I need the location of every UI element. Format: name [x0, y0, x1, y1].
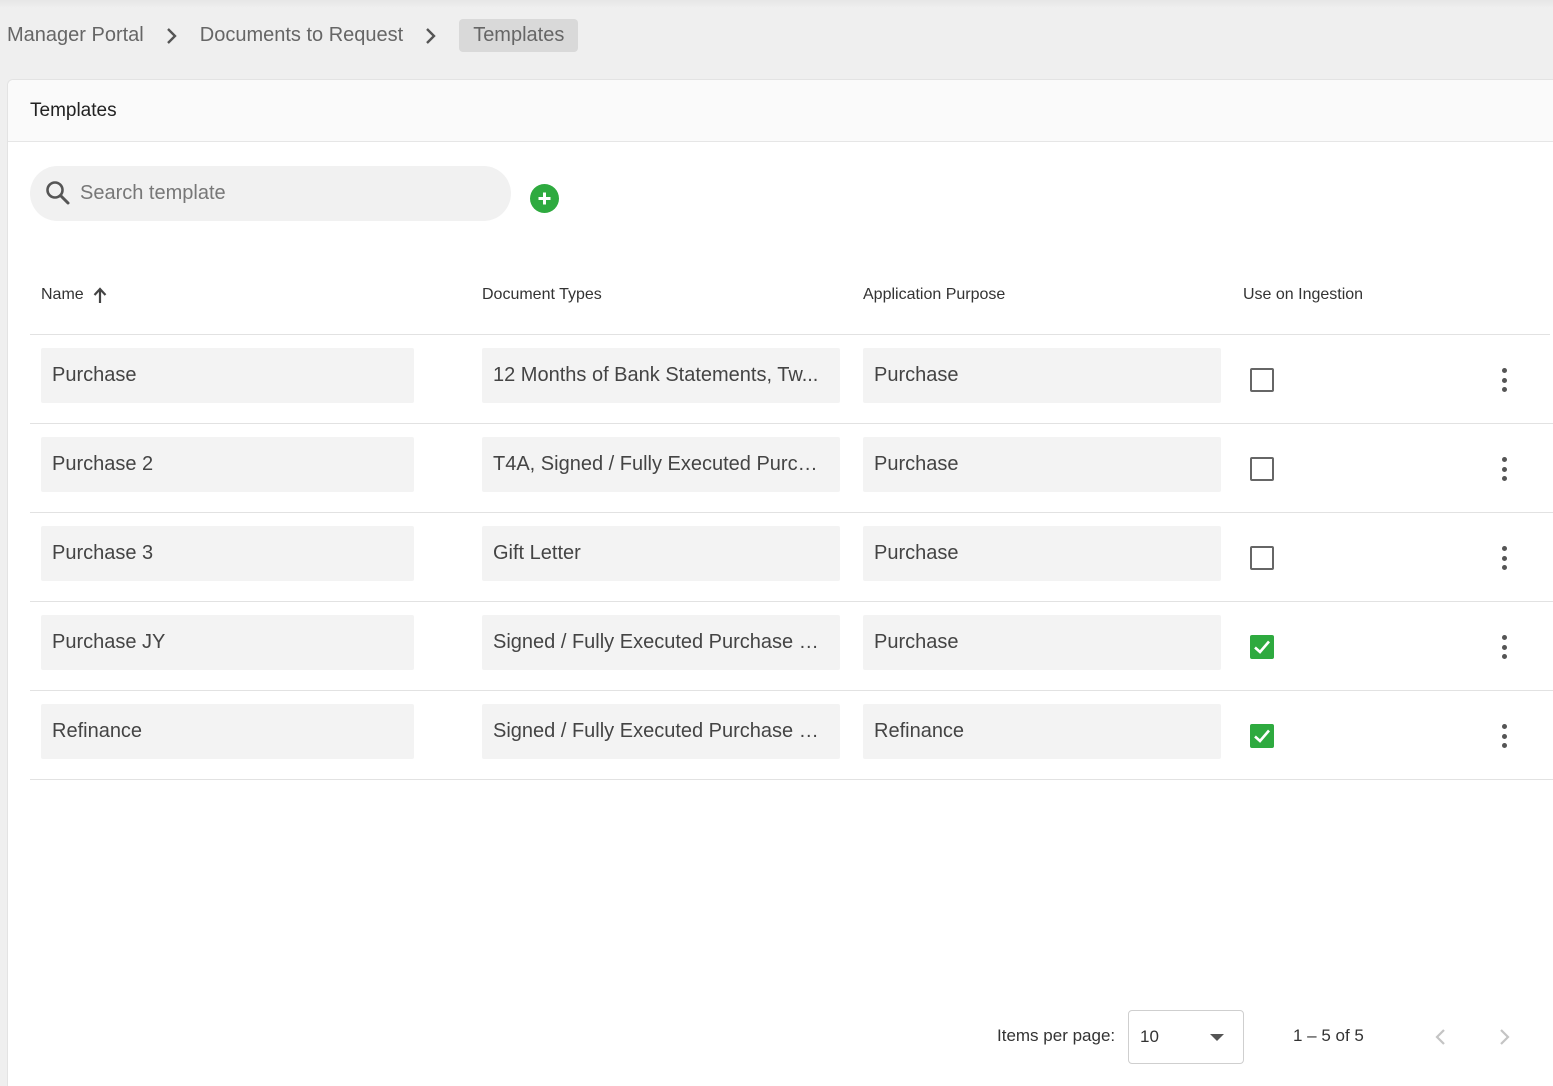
application-purpose-cell[interactable]: Purchase — [863, 615, 1221, 670]
column-header-name-label: Name — [41, 286, 84, 303]
search-icon — [45, 180, 71, 206]
document-types-value: Signed / Fully Executed Purchase O... — [493, 720, 828, 742]
document-types-cell[interactable]: Signed / Fully Executed Purchase O... — [482, 704, 840, 759]
name-value: Purchase 2 — [52, 453, 154, 475]
document-types-cell[interactable]: Gift Letter — [482, 526, 840, 581]
name-cell[interactable]: Purchase 3 — [41, 526, 414, 581]
panel-header: Templates — [8, 80, 1553, 142]
breadcrumb-manager-portal[interactable]: Manager Portal — [7, 24, 144, 47]
more-vertical-icon-dot — [1501, 476, 1507, 481]
use-on-ingestion-checkbox[interactable] — [1250, 635, 1274, 659]
document-types-cell[interactable]: T4A, Signed / Fully Executed Purcha... — [482, 437, 840, 492]
column-header-use-on-ingestion[interactable]: Use on Ingestion — [1243, 286, 1363, 304]
chevron-right-icon — [1500, 1029, 1510, 1045]
templates-panel: Templates Name Document Types Applicatio… — [7, 79, 1553, 1086]
search-box — [30, 166, 511, 221]
chevron-left-icon — [1435, 1029, 1445, 1045]
breadcrumb-current: Templates — [459, 19, 579, 52]
column-header-document-types[interactable]: Document Types — [482, 286, 602, 304]
add-template-button[interactable] — [530, 184, 559, 213]
application-purpose-cell[interactable]: Purchase — [863, 526, 1221, 581]
paginator: Items per page: 10 1 – 5 of 5 — [8, 1010, 1553, 1064]
arrow-up-icon — [93, 286, 106, 303]
use-on-ingestion-checkbox[interactable] — [1250, 368, 1274, 392]
application-purpose-cell[interactable]: Purchase — [863, 437, 1221, 492]
items-per-page-select[interactable]: 10 — [1128, 1010, 1244, 1064]
document-types-cell[interactable]: Signed / Fully Executed Purchase O... — [482, 615, 840, 670]
column-header-application-purpose[interactable]: Application Purpose — [863, 286, 1005, 304]
more-vertical-icon-dot — [1501, 724, 1507, 729]
document-types-value: Signed / Fully Executed Purchase O... — [493, 631, 828, 653]
application-purpose-value: Purchase — [874, 542, 959, 564]
next-page-button[interactable] — [1492, 1024, 1518, 1050]
more-options-button[interactable] — [1494, 543, 1514, 573]
application-purpose-cell[interactable]: Purchase — [863, 348, 1221, 403]
application-purpose-value: Purchase — [874, 631, 959, 653]
application-purpose-value: Purchase — [874, 453, 959, 475]
items-per-page-value: 10 — [1140, 1027, 1159, 1046]
more-vertical-icon-dot — [1501, 733, 1507, 739]
more-vertical-icon-dot — [1501, 644, 1507, 650]
checkmark-icon — [1254, 640, 1270, 654]
more-vertical-icon-dot — [1501, 654, 1507, 659]
more-options-button[interactable] — [1494, 721, 1514, 751]
name-value: Refinance — [52, 720, 143, 742]
breadcrumb: Manager Portal Documents to Request Temp… — [7, 19, 579, 52]
name-cell[interactable]: Purchase 2 — [41, 437, 414, 492]
table-row[interactable]: Purchase 2 T4A, Signed / Fully Executed P… — [30, 424, 1553, 513]
name-value: Purchase 3 — [52, 542, 154, 564]
breadcrumb-documents-to-request[interactable]: Documents to Request — [200, 24, 403, 47]
more-vertical-icon-dot — [1501, 368, 1507, 373]
more-vertical-icon-dot — [1501, 555, 1507, 561]
more-options-button[interactable] — [1494, 365, 1514, 395]
top-bar: Manager Portal Documents to Request Temp… — [0, 0, 1553, 80]
document-types-value: T4A, Signed / Fully Executed Purcha... — [493, 453, 828, 475]
column-header-name[interactable]: Name — [41, 286, 107, 304]
plus-icon — [538, 192, 551, 205]
more-options-button[interactable] — [1494, 454, 1514, 484]
more-vertical-icon-dot — [1501, 466, 1507, 472]
name-cell[interactable]: Refinance — [41, 704, 414, 759]
more-vertical-icon-dot — [1501, 635, 1507, 640]
document-types-cell[interactable]: 12 Months of Bank Statements, Tw... — [482, 348, 840, 403]
caret-down-icon — [1210, 1034, 1224, 1041]
use-on-ingestion-checkbox[interactable] — [1250, 546, 1274, 570]
items-per-page-label: Items per page: — [997, 1026, 1116, 1045]
name-cell[interactable]: Purchase — [41, 348, 414, 403]
application-purpose-value: Refinance — [874, 720, 965, 742]
more-vertical-icon-dot — [1501, 565, 1507, 570]
more-vertical-icon-dot — [1501, 457, 1507, 462]
application-purpose-value: Purchase — [874, 364, 959, 386]
table-row[interactable]: Purchase JY Signed / Fully Executed Purch… — [30, 602, 1553, 691]
table-row[interactable]: Purchase 12 Months of Bank Statements, Tw… — [30, 335, 1553, 424]
page-range: 1 – 5 of 5 — [1293, 1026, 1364, 1045]
name-cell[interactable]: Purchase JY — [41, 615, 414, 670]
use-on-ingestion-checkbox[interactable] — [1250, 724, 1274, 748]
document-types-value: 12 Months of Bank Statements, Tw... — [493, 364, 819, 386]
table-row[interactable]: Purchase 3 Gift Letter Purchase — [30, 513, 1553, 602]
more-vertical-icon-dot — [1501, 743, 1507, 748]
table-row[interactable]: Refinance Signed / Fully Executed Purchas… — [30, 691, 1553, 780]
document-types-value: Gift Letter — [493, 542, 581, 564]
more-vertical-icon-dot — [1501, 377, 1507, 383]
name-value: Purchase — [52, 364, 137, 386]
checkmark-icon — [1254, 729, 1270, 743]
page-title: Templates — [30, 100, 117, 121]
more-vertical-icon-dot — [1501, 387, 1507, 392]
search-input[interactable] — [80, 166, 500, 221]
name-value: Purchase JY — [52, 631, 166, 653]
use-on-ingestion-checkbox[interactable] — [1250, 457, 1274, 481]
more-options-button[interactable] — [1494, 632, 1514, 662]
chevron-right-icon — [403, 27, 459, 45]
more-vertical-icon-dot — [1501, 546, 1507, 551]
application-purpose-cell[interactable]: Refinance — [863, 704, 1221, 759]
chevron-right-icon — [144, 27, 200, 45]
previous-page-button[interactable] — [1427, 1024, 1453, 1050]
